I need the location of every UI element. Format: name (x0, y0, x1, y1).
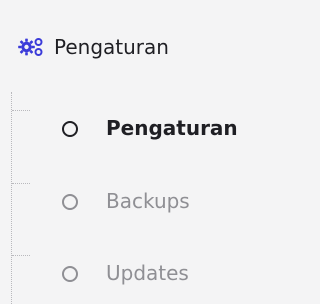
tree-connector (12, 110, 30, 111)
sidebar-item-label: Backups (106, 189, 190, 213)
sidebar-item-updates[interactable]: Updates (0, 255, 320, 295)
sidebar-item-pengaturan[interactable]: Pengaturan (0, 110, 320, 150)
sidebar-item-backups[interactable]: Backups (0, 183, 320, 223)
tree-connector (12, 255, 30, 256)
sidebar-item-label: Pengaturan (106, 116, 238, 140)
circle-outline-icon (62, 194, 78, 210)
tree-connector (12, 183, 30, 184)
sidebar-item-label: Updates (106, 261, 189, 285)
gears-icon (18, 36, 44, 58)
circle-outline-icon (62, 266, 78, 282)
menu-header-pengaturan[interactable]: Pengaturan (0, 27, 320, 67)
circle-outline-icon (62, 121, 78, 137)
menu-header-title: Pengaturan (54, 35, 169, 59)
